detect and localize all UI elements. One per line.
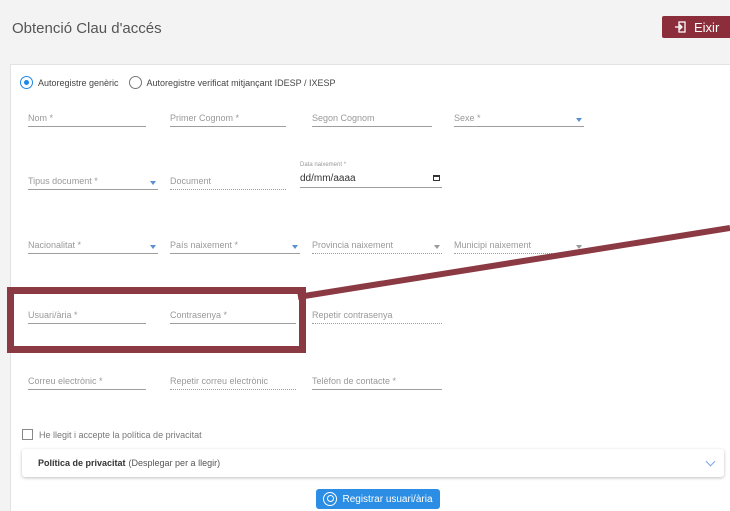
header-bar: Obtenció Clau d'accés Eixir <box>0 0 730 58</box>
chevron-down-icon <box>576 245 582 249</box>
logout-icon <box>675 21 686 33</box>
chevron-down-icon <box>150 181 156 185</box>
register-button[interactable]: Registrar usuari/ària <box>316 489 440 509</box>
pais-naixement-label: País naixement * <box>170 240 239 250</box>
chevron-down-icon <box>434 245 440 249</box>
data-naixement-label: Data naixement * <box>300 162 347 168</box>
privacy-checkbox[interactable] <box>22 429 33 440</box>
tipus-document-select[interactable]: Tipus document * <box>28 174 158 190</box>
data-naixement-value: dd/mm/aaaa <box>300 173 356 184</box>
primer-cognom-label: Primer Cognom * <box>170 113 240 123</box>
municipi-naixement-select[interactable]: Municipi naixement <box>454 238 584 254</box>
privacy-checkbox-row: He llegit i accepte la política de priva… <box>22 429 202 440</box>
correu-label: Correu electrònic * <box>28 376 103 386</box>
sexe-select[interactable]: Sexe * <box>454 111 584 127</box>
user-add-icon <box>323 492 338 506</box>
tipus-document-label: Tipus document * <box>28 176 98 186</box>
calendar-icon[interactable] <box>433 175 440 181</box>
privacy-checkbox-label: He llegit i accepte la política de priva… <box>39 429 202 440</box>
chevron-down-icon <box>292 245 298 249</box>
telefon-field[interactable]: Telèfon de contacte * <box>312 374 442 390</box>
repetir-correu-field[interactable]: Repetir correu electrònic <box>170 374 296 390</box>
segon-cognom-field[interactable]: Segon Cognom <box>312 111 432 127</box>
pais-naixement-select[interactable]: País naixement * <box>170 238 300 254</box>
telefon-label: Telèfon de contacte * <box>312 376 397 386</box>
nacionalitat-select[interactable]: Nacionalitat * <box>28 238 158 254</box>
chevron-down-icon <box>150 245 156 249</box>
nom-field[interactable]: Nom * <box>28 111 146 127</box>
nom-label: Nom * <box>28 113 54 123</box>
chevron-down-icon <box>705 456 716 467</box>
segon-cognom-label: Segon Cognom <box>312 113 375 123</box>
privacy-accordion[interactable]: Política de privacitat (Desplegar per a … <box>22 449 724 477</box>
privacy-accordion-title: Política de privacitat <box>38 458 126 468</box>
highlight-box <box>7 287 306 353</box>
radio-verified-label: Autoregistre verificat mitjançant IDESP … <box>146 77 336 88</box>
data-naixement-field[interactable]: Data naixement * dd/mm/aaaa <box>300 162 442 188</box>
document-field[interactable]: Document <box>170 174 286 190</box>
provincia-naixement-select[interactable]: Provincia naixement <box>312 238 442 254</box>
provincia-naixement-label: Provincia naixement <box>312 240 394 250</box>
register-label: Registrar usuari/ària <box>342 493 433 505</box>
document-label: Document <box>170 176 212 186</box>
exit-label: Eixir <box>694 19 720 35</box>
repetir-correu-label: Repetir correu electrònic <box>170 376 269 386</box>
exit-button[interactable]: Eixir <box>662 16 730 38</box>
privacy-accordion-hint: (Desplegar per a llegir) <box>128 458 221 468</box>
repetir-contrasenya-field[interactable]: Repetir contrasenya <box>312 308 442 324</box>
sexe-label: Sexe * <box>454 113 481 123</box>
chevron-down-icon <box>576 118 582 122</box>
correu-field[interactable]: Correu electrònic * <box>28 374 146 390</box>
registration-type-group: Autoregistre genèric Autoregistre verifi… <box>20 76 345 89</box>
radio-generic[interactable] <box>20 76 33 89</box>
radio-generic-label: Autoregistre genèric <box>38 77 119 88</box>
municipi-naixement-label: Municipi naixement <box>454 240 532 250</box>
radio-verified[interactable] <box>128 76 142 89</box>
primer-cognom-field[interactable]: Primer Cognom * <box>170 111 286 127</box>
nacionalitat-label: Nacionalitat * <box>28 240 82 250</box>
repetir-contrasenya-label: Repetir contrasenya <box>312 310 393 320</box>
page-title: Obtenció Clau d'accés <box>12 20 162 37</box>
